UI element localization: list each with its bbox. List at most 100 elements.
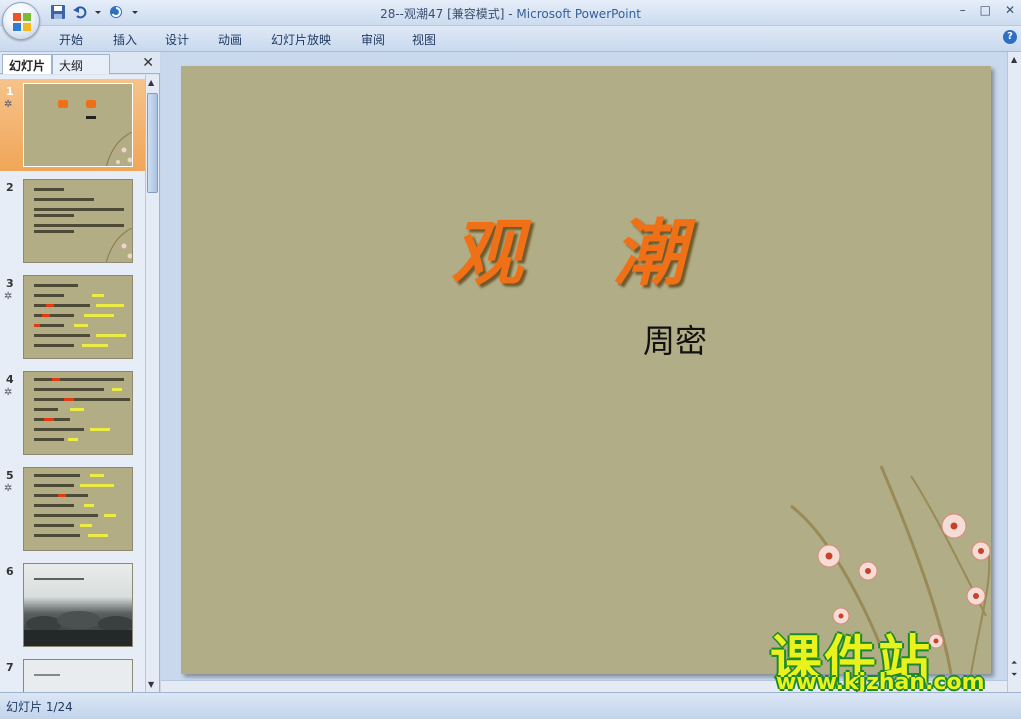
slide-thumbnail-row[interactable]: 2 xyxy=(0,175,145,267)
tab-outline[interactable]: 大纲 xyxy=(52,54,110,74)
thumb-red-mark xyxy=(42,314,50,317)
document-title: 28--观潮47 [兼容模式] - xyxy=(380,7,517,21)
maximize-button[interactable]: □ xyxy=(980,3,991,17)
slide-thumbnail-row[interactable]: 6 xyxy=(0,559,145,651)
current-slide[interactable]: 观潮 周密 xyxy=(181,66,991,674)
thumb-text-line xyxy=(34,334,90,337)
tab-home[interactable]: 开始 xyxy=(59,31,83,48)
thumb-highlight xyxy=(82,344,108,347)
slide-thumbnail[interactable] xyxy=(23,83,133,167)
thumb-text-line xyxy=(34,378,124,381)
thumb-text-line xyxy=(34,294,64,297)
tab-review[interactable]: 审阅 xyxy=(361,31,385,48)
thumb-red-mark xyxy=(34,324,40,327)
thumb-text-line xyxy=(34,188,64,191)
close-panel-icon[interactable]: ✕ xyxy=(142,55,154,71)
thumb-text-line xyxy=(34,474,80,477)
slide-title[interactable]: 观潮 xyxy=(451,194,775,299)
slide-thumbnail-row[interactable]: 4 ✲ xyxy=(0,367,145,459)
office-button[interactable] xyxy=(2,2,40,40)
thumb-text-line xyxy=(34,224,124,227)
slide-number: 1 xyxy=(6,85,14,98)
slide-editor: 观潮 周密 xyxy=(161,52,1007,692)
thumb-text-line xyxy=(34,388,104,391)
thumb-highlight xyxy=(96,334,126,337)
scroll-up-icon[interactable]: ▲ xyxy=(1011,55,1017,64)
thumb-red-mark xyxy=(44,418,54,421)
slide-thumbnail[interactable] xyxy=(23,659,133,692)
thumb-highlight xyxy=(80,524,92,527)
slide-thumbnail-row[interactable]: 7 xyxy=(0,655,145,692)
animation-star-icon: ✲ xyxy=(4,387,13,398)
tab-slideshow[interactable]: 幻灯片放映 xyxy=(271,31,331,48)
slide-thumbnail[interactable] xyxy=(23,467,133,551)
window-title: 28--观潮47 [兼容模式] - Microsoft PowerPoint xyxy=(0,5,1021,22)
thumb-highlight xyxy=(104,514,116,517)
slide-thumbnail[interactable] xyxy=(23,179,133,263)
thumb-text-line xyxy=(34,214,74,217)
thumb-text-line xyxy=(34,230,74,233)
slide-thumbnail[interactable] xyxy=(23,563,133,647)
thumb-highlight xyxy=(88,534,108,537)
thumb-highlight xyxy=(80,484,114,487)
thumb-text-line xyxy=(34,674,60,676)
slide-number: 2 xyxy=(6,181,14,194)
thumb-highlight xyxy=(92,294,104,297)
thumb-text-line xyxy=(34,398,130,401)
thumb-red-mark xyxy=(46,304,54,307)
slide-number: 6 xyxy=(6,565,14,578)
thumbnail-list: 1 ✲ 2 3 ✲ 4 ✲ 5 ✲ 6 7 xyxy=(0,75,145,692)
thumb-text-line xyxy=(34,428,84,431)
next-slide-icon[interactable]: ⏷ xyxy=(1011,670,1017,680)
thumb-text-line xyxy=(34,438,64,441)
thumb-text-line xyxy=(34,344,74,347)
status-bar: 幻灯片 1/24 xyxy=(0,692,1021,719)
slide-thumbnail[interactable] xyxy=(23,371,133,455)
prev-slide-icon[interactable]: ⏶ xyxy=(1011,658,1017,668)
thumb-text-line xyxy=(34,524,74,527)
thumb-title-mark xyxy=(86,100,96,108)
animation-star-icon: ✲ xyxy=(4,291,13,302)
thumb-red-mark xyxy=(64,398,74,401)
office-logo-icon xyxy=(13,13,31,31)
thumb-text-line xyxy=(34,484,74,487)
watermark: 课件站 www.kjzhan.com xyxy=(770,618,1005,698)
animation-star-icon: ✲ xyxy=(4,483,13,494)
scrollbar-thumb[interactable] xyxy=(147,93,158,193)
ribbon-tabs: 开始 插入 设计 动画 幻灯片放映 审阅 视图 ? xyxy=(0,26,1021,52)
thumb-red-mark xyxy=(52,378,60,381)
scroll-up-icon[interactable]: ▲ xyxy=(148,78,154,87)
thumb-flower-icon xyxy=(106,132,132,166)
close-button[interactable]: ✕ xyxy=(1005,3,1015,17)
editor-scrollbar[interactable]: ▲ ⏶ ⏷ xyxy=(1007,52,1021,692)
thumbnail-scrollbar[interactable]: ▲ ▼ xyxy=(145,75,159,692)
thumb-highlight xyxy=(84,314,114,317)
slide-thumbnail[interactable] xyxy=(23,275,133,359)
slide-number: 5 xyxy=(6,469,14,482)
help-icon[interactable]: ? xyxy=(1003,30,1017,44)
animation-star-icon: ✲ xyxy=(4,99,13,110)
scroll-down-icon[interactable]: ▼ xyxy=(148,680,154,689)
thumb-highlight xyxy=(90,428,110,431)
thumb-text-line xyxy=(34,208,124,211)
slide-number: 7 xyxy=(6,661,14,674)
tab-slides[interactable]: 幻灯片 xyxy=(2,54,53,74)
minimize-button[interactable]: – xyxy=(960,3,966,17)
tab-insert[interactable]: 插入 xyxy=(113,31,137,48)
thumb-title-mark xyxy=(58,100,68,108)
slide-thumbnail-row[interactable]: 3 ✲ xyxy=(0,271,145,363)
slide-thumbnail-row[interactable]: 1 ✲ xyxy=(0,79,145,171)
thumb-text-line xyxy=(34,408,58,411)
thumb-text-line xyxy=(34,304,90,307)
tab-animations[interactable]: 动画 xyxy=(218,31,242,48)
tab-view[interactable]: 视图 xyxy=(412,31,436,48)
slide-author[interactable]: 周密 xyxy=(643,316,707,362)
thumb-text-line xyxy=(34,534,80,537)
thumb-highlight xyxy=(84,504,94,507)
slide-thumbnail-row[interactable]: 5 ✲ xyxy=(0,463,145,555)
slide-counter: 幻灯片 1/24 xyxy=(6,700,73,714)
thumb-highlight xyxy=(74,324,88,327)
window-controls: – □ ✕ xyxy=(960,3,1015,17)
thumb-text-line xyxy=(34,578,84,580)
tab-design[interactable]: 设计 xyxy=(165,31,189,48)
